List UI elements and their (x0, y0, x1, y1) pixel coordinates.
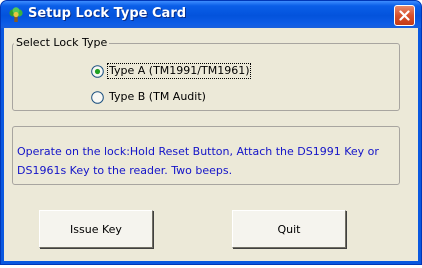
title-bar[interactable]: Setup Lock Type Card (1, 1, 421, 28)
radio-type-b-label[interactable]: Type B (TM Audit) (108, 90, 207, 104)
quit-button[interactable]: Quit (232, 210, 346, 248)
instructions-text: Operate on the lock:Hold Reset Button, A… (17, 145, 379, 177)
window-title: Setup Lock Type Card (28, 6, 187, 21)
radio-checked-icon[interactable] (91, 65, 104, 78)
app-icon (8, 7, 24, 23)
dialog-window: Setup Lock Type Card Select Lock Type Ty… (0, 0, 422, 265)
close-icon (399, 10, 410, 21)
radio-type-a-label[interactable]: Type A (TM1991/TM1961) (106, 63, 252, 79)
dialog-body: Select Lock Type Type A (TM1991/TM1961) … (4, 28, 418, 261)
lock-type-group-label: Select Lock Type (14, 36, 110, 49)
issue-key-button[interactable]: Issue Key (39, 210, 153, 248)
radio-unchecked-icon[interactable] (91, 91, 104, 104)
close-button[interactable] (394, 5, 415, 26)
